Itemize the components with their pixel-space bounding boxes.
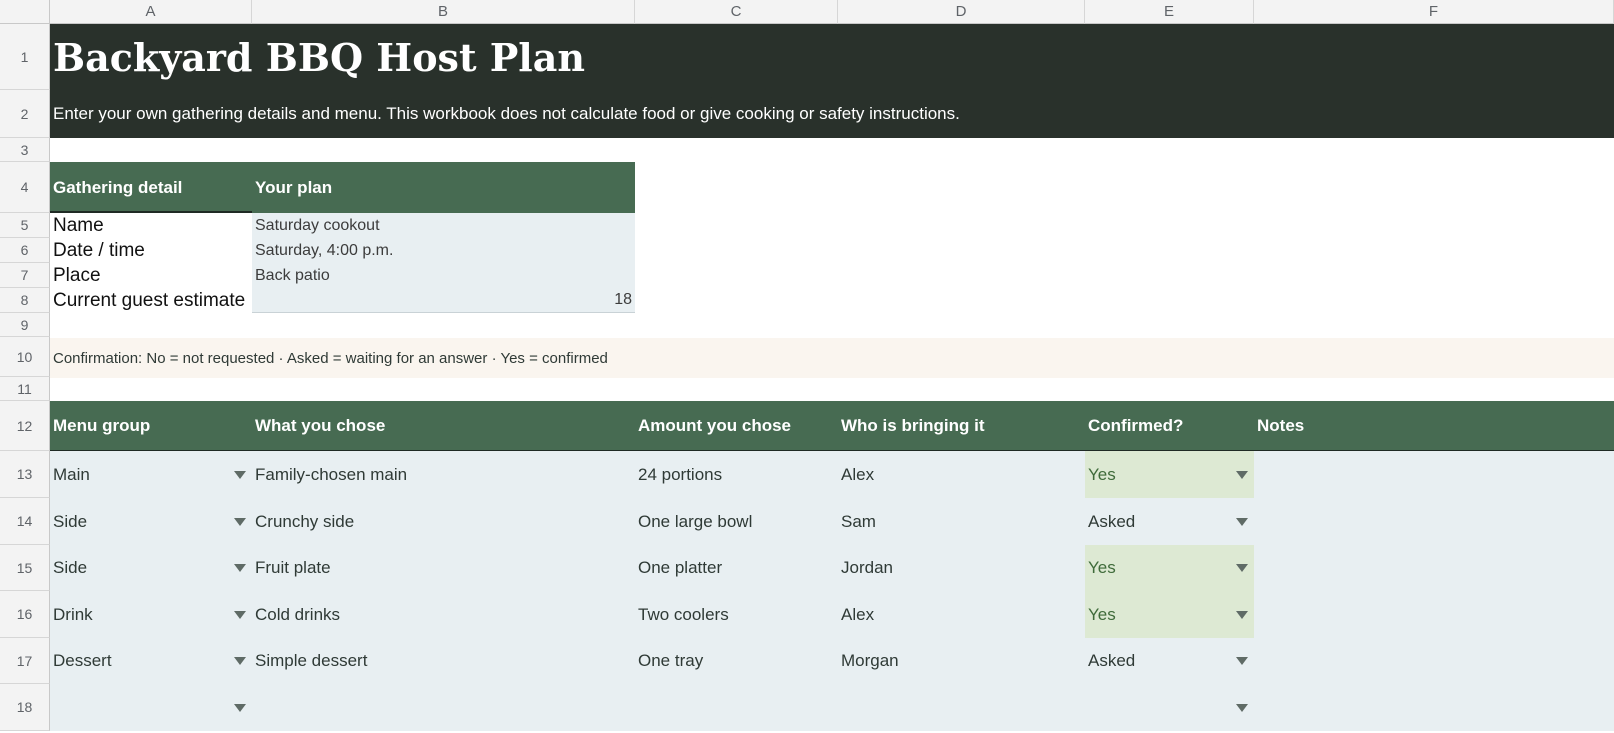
detail-value[interactable]: Back patio [252,263,635,288]
your-plan-header[interactable]: Your plan [252,162,635,213]
confirmed-select[interactable]: Yes [1085,591,1254,638]
notes-cell[interactable] [1254,638,1614,684]
gathering-detail-header[interactable]: Gathering detail [50,162,252,213]
detail-value[interactable]: Saturday, 4:00 p.m. [252,238,635,263]
row-header-12[interactable]: 12 [0,401,50,451]
menu-item-cell[interactable]: Cold drinks [252,591,635,638]
confirmed-select[interactable]: Asked [1085,638,1254,684]
row-header-13[interactable]: 13 [0,451,50,498]
bringer-cell[interactable]: Sam [838,498,1085,545]
menu-group-select[interactable]: Side [50,545,252,591]
amount-cell[interactable]: One tray [635,638,838,684]
amount-cell[interactable]: One large bowl [635,498,838,545]
menu-item-cell[interactable]: Crunchy side [252,498,635,545]
row-header-6[interactable]: 6 [0,238,50,263]
amount-cell[interactable]: One platter [635,545,838,591]
amount-cell[interactable]: Two coolers [635,591,838,638]
column-header-e[interactable]: E [1085,0,1254,24]
row-header-4[interactable]: 4 [0,162,50,213]
row-header-1[interactable]: 1 [0,24,50,90]
detail-label[interactable]: Current guest estimate [50,288,252,313]
bringer-cell[interactable]: Jordan [838,545,1085,591]
confirmed-select[interactable]: Asked [1085,498,1254,545]
menu-group-select[interactable] [50,684,252,731]
row-header-16[interactable]: 16 [0,591,50,638]
menu-item-cell[interactable]: Fruit plate [252,545,635,591]
bringer-cell[interactable]: Morgan [838,638,1085,684]
confirmation-legend[interactable]: Confirmation: No = not requested · Asked… [50,338,950,378]
confirmed-select[interactable]: Yes [1085,451,1254,498]
row-header-11[interactable]: 11 [0,377,50,401]
dropdown-arrow-icon[interactable] [1236,517,1248,526]
dropdown-arrow-icon[interactable] [234,564,246,572]
dropdown-arrow-icon[interactable] [234,657,246,665]
column-header-b[interactable]: B [252,0,635,24]
row-header-2[interactable]: 2 [0,90,50,138]
dropdown-arrow-icon[interactable] [234,610,246,619]
dropdown-arrow-icon[interactable] [1236,610,1248,619]
confirmed-select[interactable]: Yes [1085,545,1254,591]
bringer-cell[interactable]: Alex [838,451,1085,498]
spreadsheet-grid: ABCDEF 1 2 3 4 5 6 7 8 9 10 11 12 13 14 15 16 17 18 Backy… [0,0,1614,733]
row-header-17[interactable]: 17 [0,638,50,684]
notes-header[interactable]: Notes [1254,401,1614,451]
guest-estimate-value[interactable]: 18 [252,288,635,313]
menu-item-cell[interactable] [252,684,635,731]
amount-header[interactable]: Amount you chose [635,401,838,451]
menu-item-cell[interactable]: Family-chosen main [252,451,635,498]
sheet-subtitle[interactable]: Enter your own gathering details and men… [50,90,1250,138]
notes-cell[interactable] [1254,684,1614,731]
confirmed-select[interactable] [1085,684,1254,731]
row-header-15[interactable]: 15 [0,545,50,591]
amount-cell[interactable] [635,684,838,731]
detail-label[interactable]: Date / time [50,238,252,263]
notes-cell[interactable] [1254,545,1614,591]
column-header-d[interactable]: D [838,0,1085,24]
column-header-a[interactable]: A [50,0,252,24]
dropdown-arrow-icon[interactable] [1236,657,1248,665]
row-header-3[interactable]: 3 [0,138,50,162]
row-header-18[interactable]: 18 [0,684,50,731]
dropdown-arrow-icon[interactable] [1236,470,1248,479]
menu-group-header[interactable]: Menu group [50,401,252,451]
detail-label[interactable]: Name [50,213,252,238]
detail-value[interactable]: Saturday cookout [252,213,635,238]
dropdown-arrow-icon[interactable] [234,470,246,479]
column-header-f[interactable]: F [1254,0,1614,24]
sheet-title[interactable]: Backyard BBQ Host Plan [50,24,1050,90]
row-header-9[interactable]: 9 [0,313,50,337]
bringer-cell[interactable]: Alex [838,591,1085,638]
row-header-8[interactable]: 8 [0,288,50,313]
dropdown-arrow-icon[interactable] [1236,564,1248,572]
confirmed-header[interactable]: Confirmed? [1085,401,1254,451]
row-header-14[interactable]: 14 [0,498,50,545]
dropdown-arrow-icon[interactable] [234,517,246,526]
dropdown-arrow-icon[interactable] [234,703,246,712]
bringer-cell[interactable] [838,684,1085,731]
row-header-5[interactable]: 5 [0,213,50,238]
menu-group-select[interactable]: Side [50,498,252,545]
row-header-10[interactable]: 10 [0,337,50,377]
menu-item-cell[interactable]: Simple dessert [252,638,635,684]
notes-cell[interactable] [1254,591,1614,638]
dropdown-arrow-icon[interactable] [1236,703,1248,712]
notes-cell[interactable] [1254,498,1614,545]
who-bringing-header[interactable]: Who is bringing it [838,401,1085,451]
what-you-chose-header[interactable]: What you chose [252,401,635,451]
menu-group-select[interactable]: Dessert [50,638,252,684]
select-all-corner[interactable] [0,0,50,24]
column-header-c[interactable]: C [635,0,838,24]
row-header-7[interactable]: 7 [0,263,50,288]
amount-cell[interactable]: 24 portions [635,451,838,498]
notes-cell[interactable] [1254,451,1614,498]
detail-label[interactable]: Place [50,263,252,288]
menu-group-select[interactable]: Drink [50,591,252,638]
menu-group-select[interactable]: Main [50,451,252,498]
